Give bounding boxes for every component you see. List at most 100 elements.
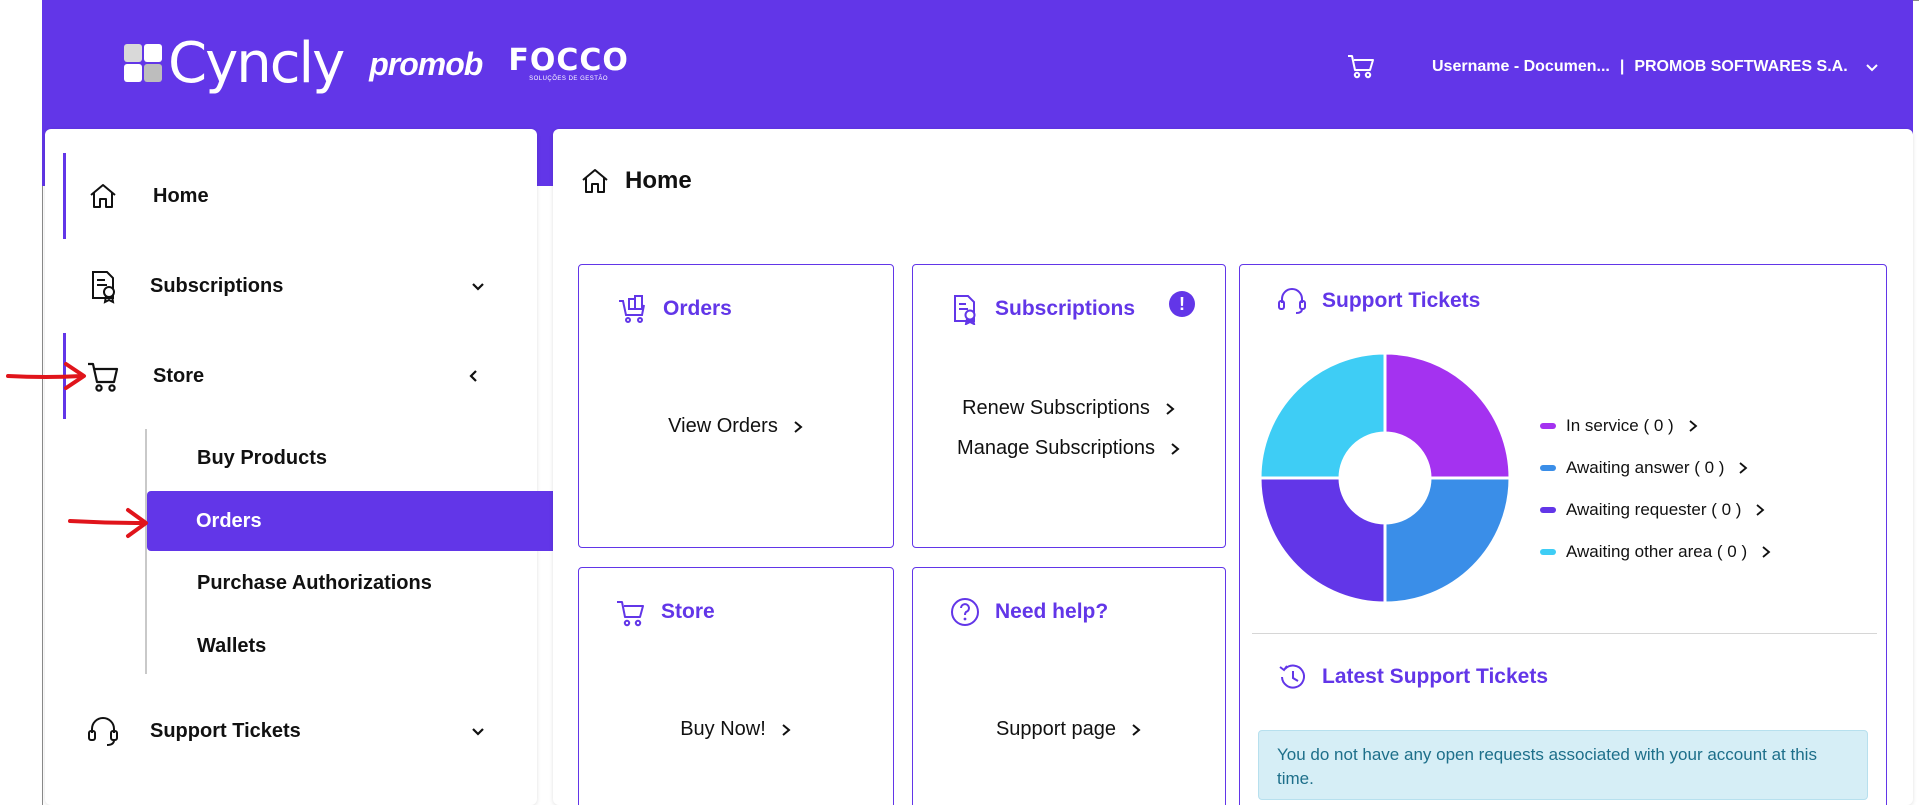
chevron-down-icon[interactable] — [469, 722, 487, 740]
subnav-buy-products[interactable]: Buy Products — [147, 428, 567, 488]
sidebar-item-label: Home — [153, 184, 209, 207]
view-orders-label: View Orders — [668, 415, 778, 437]
subscription-icon — [954, 295, 976, 325]
legend-label: Awaiting answer ( 0 ) — [1566, 458, 1725, 477]
chevron-right-icon — [1689, 420, 1698, 432]
need-help-card: Need help? Support page — [912, 567, 1226, 805]
sidebar-item-home[interactable]: Home — [63, 153, 523, 239]
sidebar-item-label: Support Tickets — [150, 719, 301, 742]
store-card-title: Store — [661, 600, 715, 623]
manage-subscriptions-label: Manage Subscriptions — [957, 437, 1155, 459]
help-circle-icon — [951, 598, 979, 626]
legend-label: In service ( 0 ) — [1566, 416, 1674, 435]
header-cart-icon[interactable] — [1346, 52, 1376, 80]
sidebar-item-support-tickets[interactable]: Support Tickets — [63, 688, 523, 774]
legend-awaiting-answer[interactable]: Awaiting answer ( 0 ) — [1540, 447, 1771, 489]
donut-segment-in-service[interactable] — [1383, 353, 1510, 480]
chevron-right-icon — [1171, 442, 1180, 455]
headset-icon — [88, 717, 118, 746]
manage-subscriptions-link[interactable]: Manage Subscriptions — [913, 437, 1225, 460]
need-help-card-header: Need help? — [949, 596, 1108, 628]
subscriptions-card-header: Subscriptions — [949, 293, 1135, 325]
chevron-right-icon — [1762, 546, 1771, 558]
orders-card-title: Orders — [663, 297, 732, 320]
page-title: Home — [579, 165, 692, 197]
sidebar-nav: Home Subscriptions Store Buy Products Or… — [45, 129, 567, 805]
renew-subscriptions-link[interactable]: Renew Subscriptions — [913, 397, 1225, 420]
latest-tickets-header: Latest Support Tickets — [1276, 661, 1548, 693]
store-card-header: Store — [615, 596, 715, 628]
chevron-right-icon — [782, 723, 791, 736]
tickets-legend: In service ( 0 ) Awaiting answer ( 0 ) A… — [1540, 405, 1771, 573]
store-card: Store Buy Now! — [578, 567, 894, 805]
chevron-right-icon — [794, 420, 803, 433]
user-name: Username - Documen... — [1432, 58, 1610, 75]
need-help-card-title: Need help? — [995, 600, 1109, 623]
orders-cart-icon — [619, 295, 645, 323]
subnav-wallets[interactable]: Wallets — [147, 616, 567, 676]
alert-icon[interactable]: ! — [1169, 291, 1195, 317]
sidebar-item-label: Subscriptions — [150, 274, 284, 297]
annotation-arrow-orders — [68, 508, 148, 538]
cart-icon — [88, 362, 119, 392]
support-tickets-card: Support Tickets In service ( 0 ) Awaitin… — [1239, 264, 1887, 805]
main-content: Home Orders View Orders Subscriptions ! … — [553, 129, 1913, 805]
focco-tagline: SOLUÇÕES DE GESTÃO — [529, 76, 609, 82]
legend-swatch — [1540, 465, 1556, 471]
legend-label: Awaiting requester ( 0 ) — [1566, 500, 1742, 519]
orders-card-header: Orders — [617, 293, 732, 325]
no-tickets-message: You do not have any open requests associ… — [1258, 730, 1868, 800]
history-icon — [1279, 664, 1305, 689]
donut-segment-awaiting-answer[interactable] — [1383, 476, 1510, 603]
subnav-purchase-authorizations[interactable]: Purchase Authorizations — [147, 553, 567, 613]
tickets-donut-chart — [1260, 353, 1510, 603]
orders-card: Orders View Orders — [578, 264, 894, 548]
legend-label: Awaiting other area ( 0 ) — [1566, 542, 1748, 561]
chevron-right-icon — [1166, 402, 1175, 415]
sidebar-item-store[interactable]: Store — [63, 333, 523, 419]
donut-segment-awaiting-requester[interactable] — [1260, 476, 1387, 603]
chevron-down-icon[interactable] — [469, 277, 487, 295]
subnav-orders[interactable]: Orders — [147, 491, 567, 551]
buy-now-link[interactable]: Buy Now! — [579, 718, 893, 741]
legend-in-service[interactable]: In service ( 0 ) — [1540, 405, 1771, 447]
user-menu-separator: | — [1619, 58, 1625, 75]
legend-swatch — [1540, 549, 1556, 555]
cyncly-wordmark: Cyncly — [168, 31, 345, 96]
focco-logo: FOCCO SOLUÇÕES DE GESTÃO — [508, 43, 629, 83]
section-divider — [1252, 633, 1877, 634]
support-tickets-card-header: Support Tickets — [1276, 285, 1480, 317]
promob-logo: promob — [369, 45, 483, 82]
chevron-left-icon[interactable] — [465, 367, 483, 385]
legend-swatch — [1540, 423, 1556, 429]
focco-wordmark: FOCCO — [508, 43, 629, 78]
sidebar-item-subscriptions[interactable]: Subscriptions — [63, 243, 523, 329]
home-icon — [582, 169, 608, 193]
chevron-right-icon — [1756, 504, 1765, 516]
legend-awaiting-other-area[interactable]: Awaiting other area ( 0 ) — [1540, 531, 1771, 573]
donut-segment-awaiting-other-area[interactable] — [1260, 353, 1387, 480]
company-name: PROMOB SOFTWARES S.A. — [1634, 58, 1848, 75]
support-page-link[interactable]: Support page — [913, 718, 1225, 741]
legend-swatch — [1540, 507, 1556, 513]
annotation-arrow-store — [6, 362, 86, 390]
buy-now-label: Buy Now! — [680, 718, 766, 740]
page-title-text: Home — [625, 167, 692, 194]
user-account-menu[interactable]: Username - Documen... | PROMOB SOFTWARES… — [1432, 58, 1880, 76]
headset-icon — [1278, 288, 1306, 314]
chevron-right-icon — [1132, 723, 1141, 736]
support-tickets-card-title: Support Tickets — [1322, 289, 1481, 312]
view-orders-link[interactable]: View Orders — [579, 415, 893, 438]
latest-tickets-title: Latest Support Tickets — [1322, 665, 1548, 688]
active-indicator — [63, 153, 66, 239]
cyncly-logo-mark-icon — [124, 44, 162, 82]
subscriptions-card: Subscriptions ! Renew Subscriptions Mana… — [912, 264, 1226, 548]
legend-awaiting-requester[interactable]: Awaiting requester ( 0 ) — [1540, 489, 1771, 531]
cyncly-logo[interactable]: Cyncly — [124, 31, 345, 96]
home-icon — [90, 184, 116, 208]
chevron-down-icon — [1865, 64, 1878, 72]
cart-icon — [617, 601, 644, 627]
brand-logos: Cyncly promob FOCCO SOLUÇÕES DE GESTÃO — [124, 36, 629, 92]
renew-subscriptions-label: Renew Subscriptions — [962, 397, 1150, 419]
sidebar-item-label: Store — [153, 364, 205, 387]
